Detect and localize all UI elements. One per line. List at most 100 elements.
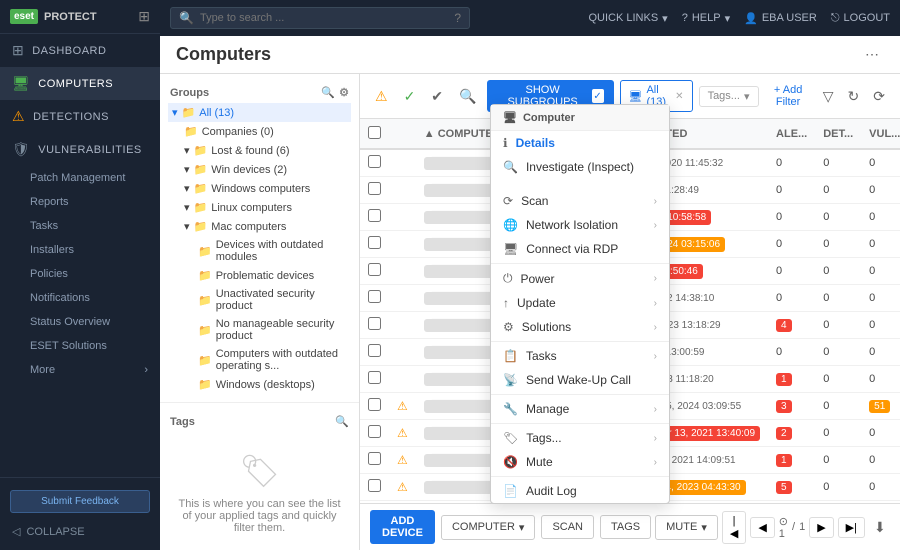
scan-button[interactable]: SCAN xyxy=(541,515,594,539)
row-checkbox[interactable] xyxy=(368,398,381,411)
help-btn[interactable]: ? HELP ▾ xyxy=(682,12,730,25)
tree-item-mac-computers[interactable]: ▾ 📁 Mac computers xyxy=(168,217,351,236)
sidebar-item-policies[interactable]: Policies xyxy=(0,262,160,286)
context-menu-item[interactable]: 🔧Manage› xyxy=(491,397,669,421)
tree-item-win-devices[interactable]: ▾ 📁 Win devices (2) xyxy=(168,160,351,179)
select-all-checkbox[interactable] xyxy=(368,126,381,139)
mute-btn[interactable]: MUTE ▾ xyxy=(655,515,718,540)
tree-item-lost-found[interactable]: ▾ 📁 Lost & found (6) xyxy=(168,141,351,160)
groups-search-icon[interactable]: 🔍 xyxy=(321,86,335,99)
col-detections[interactable]: DET... xyxy=(815,119,861,149)
detections-cell: 0 xyxy=(815,366,861,393)
sidebar-item-tasks[interactable]: Tasks xyxy=(0,214,160,238)
refresh-btn[interactable]: ↻ xyxy=(843,86,865,107)
tree-item-windows-desktops[interactable]: 📁 Windows (desktops) xyxy=(168,375,351,394)
more-options-button[interactable]: ⋯ xyxy=(860,44,884,65)
row-checkbox[interactable] xyxy=(368,236,381,249)
user-btn[interactable]: 👤 EBA USER xyxy=(744,12,817,25)
tree-item-unactivated[interactable]: 📁 Unactivated security product xyxy=(168,285,351,315)
filter-btn[interactable]: ▽ xyxy=(818,86,839,107)
collapse-button[interactable]: ◁ COLLAPSE xyxy=(0,519,160,544)
close-all-icon[interactable]: ✕ xyxy=(675,91,683,102)
context-menu-item[interactable]: 📋Tasks› xyxy=(491,344,669,368)
tick-filter-btn[interactable]: ✔ xyxy=(426,86,448,107)
computers-icon: 🖥 xyxy=(12,75,30,92)
add-filter-button[interactable]: + Add Filter xyxy=(765,84,812,108)
sidebar-item-vulnerabilities[interactable]: 🛡 VULNERABILITIES xyxy=(0,133,160,166)
sidebar-item-more[interactable]: More › xyxy=(0,358,160,382)
context-menu: 🖥 Computer ℹDetails🔍Investigate (Inspect… xyxy=(490,104,670,504)
row-checkbox[interactable] xyxy=(368,425,381,438)
context-menu-item[interactable]: ⟳Scan› xyxy=(491,189,669,213)
tree-item-problematic[interactable]: 📁 Problematic devices xyxy=(168,266,351,285)
row-checkbox[interactable] xyxy=(368,452,381,465)
tree-item-outdated-os[interactable]: 📁 Computers with outdated operating s... xyxy=(168,345,351,375)
grid-icon[interactable]: ⊞ xyxy=(138,8,150,25)
tags-dropdown[interactable]: Tags... ▾ xyxy=(699,86,759,107)
context-menu-item[interactable]: 📄Audit Log xyxy=(491,479,669,503)
sidebar-item-computers[interactable]: 🖥 COMPUTERS xyxy=(0,67,160,100)
tree-item-no-manageable[interactable]: 📁 No manageable security product xyxy=(168,315,351,345)
prev-page-btn[interactable]: ◀ xyxy=(750,517,774,538)
context-menu-item[interactable]: 🔍Investigate (Inspect) xyxy=(491,155,669,179)
sidebar-item-dashboard[interactable]: ⊞ DASHBOARD xyxy=(0,34,160,67)
sidebar-item-eset-solutions[interactable]: ESET Solutions xyxy=(0,334,160,358)
row-checkbox[interactable] xyxy=(368,479,381,492)
next-page-btn[interactable]: ▶ xyxy=(809,517,833,538)
row-checkbox[interactable] xyxy=(368,182,381,195)
tags-bottom-btn[interactable]: TAGS xyxy=(600,515,651,539)
sidebar-item-patch-management[interactable]: Patch Management xyxy=(0,166,160,190)
row-checkbox[interactable] xyxy=(368,155,381,168)
tags-search-icon[interactable]: 🔍 xyxy=(335,415,349,428)
context-menu-item[interactable]: 🔇Mute› xyxy=(491,450,669,474)
row-checkbox[interactable] xyxy=(368,344,381,357)
reset-btn[interactable]: ⟳ xyxy=(868,86,890,107)
tree-item-linux-computers[interactable]: ▾ 📁 Linux computers xyxy=(168,198,351,217)
computer-ctx-icon: 🖥 xyxy=(503,111,517,124)
computer-button[interactable]: COMPUTER ▾ xyxy=(441,515,535,540)
row-checkbox[interactable] xyxy=(368,290,381,303)
row-checkbox[interactable] xyxy=(368,263,381,276)
download-btn[interactable]: ⬇ xyxy=(869,517,891,538)
tags-dropdown-placeholder: Tags... xyxy=(708,90,740,102)
search-box[interactable]: 🔍 ? xyxy=(170,7,470,29)
submit-feedback-button[interactable]: Submit Feedback xyxy=(10,490,150,513)
row-checkbox[interactable] xyxy=(368,317,381,330)
col-alerts[interactable]: ALE... xyxy=(768,119,815,149)
groups-settings-icon[interactable]: ⚙ xyxy=(339,86,349,99)
context-menu-item[interactable]: ↑Update› xyxy=(491,291,669,315)
context-menu-item[interactable]: 🖥Connect via RDP xyxy=(491,237,669,261)
user-label: EBA USER xyxy=(762,12,817,24)
tree-item-outdated-modules[interactable]: 📁 Devices with outdated modules xyxy=(168,236,351,266)
tree-item-windows-computers[interactable]: ▾ 📁 Windows computers xyxy=(168,179,351,198)
context-menu-item[interactable] xyxy=(491,179,669,189)
sidebar-item-reports[interactable]: Reports xyxy=(0,190,160,214)
sidebar-item-installers[interactable]: Installers xyxy=(0,238,160,262)
context-menu-item[interactable]: 📡Send Wake-Up Call xyxy=(491,368,669,392)
alert-badge: 1 xyxy=(776,454,792,467)
search-filter-btn[interactable]: 🔍 xyxy=(454,86,481,107)
sidebar-item-notifications[interactable]: Notifications xyxy=(0,286,160,310)
quick-links-btn[interactable]: QUICK LINKS ▾ xyxy=(588,12,667,25)
search-input[interactable] xyxy=(200,12,448,24)
row-checkbox[interactable] xyxy=(368,371,381,384)
context-menu-item[interactable]: 🏷Tags...› xyxy=(491,426,669,450)
col-vulnerabilities[interactable]: VUL... xyxy=(861,119,900,149)
tree-item-companies[interactable]: 📁 Companies (0) xyxy=(168,122,351,141)
warning-filter-btn[interactable]: ⚠ xyxy=(370,86,393,107)
add-device-button[interactable]: ADD DEVICE xyxy=(370,510,435,544)
sidebar-item-detections[interactable]: ⚠ DETECTIONS xyxy=(0,100,160,133)
mute-label: MUTE xyxy=(666,521,697,533)
first-page-btn[interactable]: |◀ xyxy=(722,511,746,544)
context-menu-item[interactable]: ⏻Power› xyxy=(491,266,669,291)
context-menu-item[interactable]: 🌐Network Isolation› xyxy=(491,213,669,237)
check-filter-btn[interactable]: ✓ xyxy=(399,86,421,107)
last-page-btn[interactable]: ▶| xyxy=(838,517,865,538)
sidebar-item-status-overview[interactable]: Status Overview xyxy=(0,310,160,334)
context-menu-item[interactable]: ℹDetails xyxy=(491,131,669,155)
tree-item-all[interactable]: ▾ 📁 All (13) xyxy=(168,103,351,122)
col-checkbox[interactable] xyxy=(360,119,389,149)
logout-btn[interactable]: ⎋ LOGOUT xyxy=(831,12,890,25)
row-checkbox[interactable] xyxy=(368,209,381,222)
context-menu-item[interactable]: ⚙Solutions› xyxy=(491,315,669,339)
